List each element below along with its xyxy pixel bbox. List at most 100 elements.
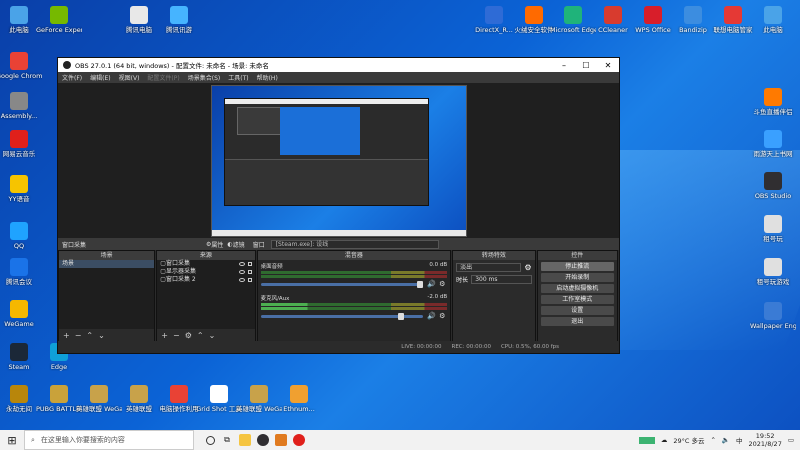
window-select[interactable]: [Steam.exe]: 设线 (270, 239, 439, 249)
desktop-icon-label: Ethnum... (283, 405, 315, 413)
lock-icon[interactable] (247, 278, 252, 282)
cortana-icon[interactable] (206, 435, 215, 445)
window-label: 窗口 (252, 241, 265, 249)
add-scene-button[interactable]: + (63, 331, 70, 340)
system-tray: ☁ 29°C 多云 ⌃ 🔈 中 19:52 2021/8/27 ▭ (638, 432, 800, 448)
gear-icon[interactable]: ⚙ (439, 280, 447, 288)
studio-mode-button[interactable]: 工作室模式 (540, 295, 614, 304)
volume-slider[interactable] (260, 312, 424, 320)
desktop-icon-bottom-7[interactable]: Ethnum... (276, 385, 322, 413)
app-icon (724, 6, 742, 24)
desktop-icon-right-0[interactable]: 斗鱼直播伴侣 (750, 88, 796, 116)
clock[interactable]: 19:52 2021/8/27 (749, 432, 782, 448)
obs-window[interactable]: OBS 27.0.1 (64 bit, windows) - 配置文件: 未命名… (57, 57, 620, 354)
menu-edit[interactable]: 编辑(E) (90, 73, 110, 82)
remove-source-button[interactable]: − (173, 331, 180, 340)
desktop-icon-left-9[interactable]: 腾讯会议 (0, 258, 42, 286)
minimize-button[interactable]: – (553, 61, 575, 70)
channel-name: 桌面音频 (260, 264, 283, 270)
stop-streaming-button[interactable]: 停止推流 (540, 262, 614, 271)
desktop-icon-top-7[interactable]: 此电脑 (750, 6, 796, 34)
desktop-icon-label: 此电脑 (763, 26, 783, 34)
scene-item[interactable]: 场景 (59, 260, 155, 268)
gear-icon[interactable]: ⚙ (524, 263, 531, 272)
move-down-icon[interactable]: ⌄ (209, 331, 216, 340)
taskbar-search[interactable]: ⌕ 在这里输入你要搜索的内容 (24, 430, 194, 450)
duration-field[interactable]: 300 ms (471, 275, 532, 284)
task-view-icon[interactable]: ⧉ (221, 434, 233, 446)
lock-icon[interactable] (247, 262, 252, 266)
app-icon (604, 6, 622, 24)
desktop-icon-right-5[interactable]: Wallpaper Engine... (750, 302, 796, 330)
desktop-icon-right-4[interactable]: 租号玩游戏 (750, 258, 796, 286)
mixer-channel: 桌面音频 0.0 dB 🔊 ⚙ (260, 262, 448, 288)
source-item[interactable]: ▢ 窗口采集 (157, 260, 254, 268)
dock-panels: 场景 场景 + − ⌃ ⌄ 来源 ▢ 窗口采集 ▢ 显示器采集 ▢ 窗口采集 2… (58, 250, 619, 342)
scenes-dock: 场景 场景 + − ⌃ ⌄ (58, 250, 156, 342)
desktop-icon-left-8[interactable]: QQ (0, 222, 42, 250)
desktop-icon-left-1[interactable]: GeForce Experience (36, 6, 82, 34)
volume-meter (260, 303, 448, 306)
visibility-icon[interactable] (238, 270, 245, 274)
desktop-icon-right-2[interactable]: OBS Studio (750, 172, 796, 200)
move-up-icon[interactable]: ⌃ (197, 331, 204, 340)
gear-icon[interactable]: ⚙ (439, 312, 447, 320)
obs-taskbar-icon[interactable] (257, 434, 269, 446)
desktop-icon-left-4[interactable]: Google Chrome (0, 52, 42, 80)
rec-timer: REC: 00:00:00 (451, 344, 491, 350)
maximize-button[interactable]: ☐ (575, 61, 597, 70)
app-icon (10, 222, 28, 240)
preview-area[interactable] (58, 83, 619, 238)
chevron-up-icon[interactable]: ⌃ (710, 436, 715, 444)
remove-scene-button[interactable]: − (75, 331, 82, 340)
visibility-icon[interactable] (238, 262, 245, 266)
app-icon (764, 130, 782, 148)
start-recording-button[interactable]: 开始录制 (540, 273, 614, 282)
menu-help[interactable]: 帮助(H) (257, 73, 278, 82)
preview-canvas[interactable] (211, 85, 467, 237)
desktop-icon-left-6[interactable]: 网易云音乐 (0, 130, 42, 158)
source-item[interactable]: ▢ 显示器采集 (157, 268, 254, 276)
close-button[interactable]: ✕ (597, 61, 619, 70)
app-taskbar-icon[interactable] (275, 434, 287, 446)
gear-icon[interactable]: ⚙ (185, 331, 192, 340)
desktop-icon-left-3[interactable]: 腾讯讯游 (156, 6, 202, 34)
start-virtual-camera-button[interactable]: 启动虚拟摄像机 (540, 284, 614, 293)
menu-tools[interactable]: 工具(T) (228, 73, 248, 82)
volume-slider[interactable] (260, 280, 424, 288)
exit-button[interactable]: 退出 (540, 317, 614, 326)
menu-file[interactable]: 文件(F) (62, 73, 82, 82)
transition-select[interactable]: 淡出 (456, 263, 522, 272)
visibility-icon[interactable] (238, 278, 245, 282)
speaker-icon[interactable]: 🔊 (427, 312, 436, 320)
settings-button[interactable]: 设置 (540, 306, 614, 315)
ime-indicator[interactable]: 中 (736, 435, 743, 445)
volume-icon[interactable]: 🔈 (722, 436, 730, 444)
windows-start-icon[interactable]: ⊞ (0, 430, 24, 450)
move-up-icon[interactable]: ⌃ (86, 331, 93, 340)
weather-icon[interactable]: ☁ (661, 436, 668, 444)
source-item[interactable]: ▢ 窗口采集 2 (157, 276, 254, 284)
obs-titlebar[interactable]: OBS 27.0.1 (64 bit, windows) - 配置文件: 未命名… (58, 58, 619, 72)
properties-button[interactable]: ⚙ 属性 (206, 240, 223, 249)
file-explorer-icon[interactable] (239, 434, 251, 446)
desktop-icon-label: 腾讯讯游 (166, 26, 192, 34)
add-source-button[interactable]: + (161, 331, 168, 340)
move-down-icon[interactable]: ⌄ (98, 331, 105, 340)
netease-music-taskbar-icon[interactable] (293, 434, 305, 446)
speaker-icon[interactable]: 🔊 (427, 280, 436, 288)
desktop-icon-right-1[interactable]: 雨游天上书网 (750, 130, 796, 158)
filters-button[interactable]: ◐ 滤镜 (227, 240, 244, 249)
menu-profile[interactable]: 配置文件(P) (147, 73, 179, 82)
menu-view[interactable]: 视图(V) (119, 73, 140, 82)
menu-scene-collection[interactable]: 场景集合(S) (188, 73, 221, 82)
app-icon (10, 52, 28, 70)
notification-icon[interactable]: ▭ (788, 436, 794, 444)
battery-icon[interactable] (638, 436, 655, 444)
desktop-icon-left-10[interactable]: WeGame (0, 300, 42, 328)
desktop-icon-left-7[interactable]: YY语音 (0, 175, 42, 203)
desktop-icon-right-3[interactable]: 租号玩 (750, 215, 796, 243)
weather-text[interactable]: 29°C 多云 (673, 435, 704, 445)
lock-icon[interactable] (247, 270, 252, 274)
desktop-icon-left-5[interactable]: Assembly... (0, 92, 42, 120)
